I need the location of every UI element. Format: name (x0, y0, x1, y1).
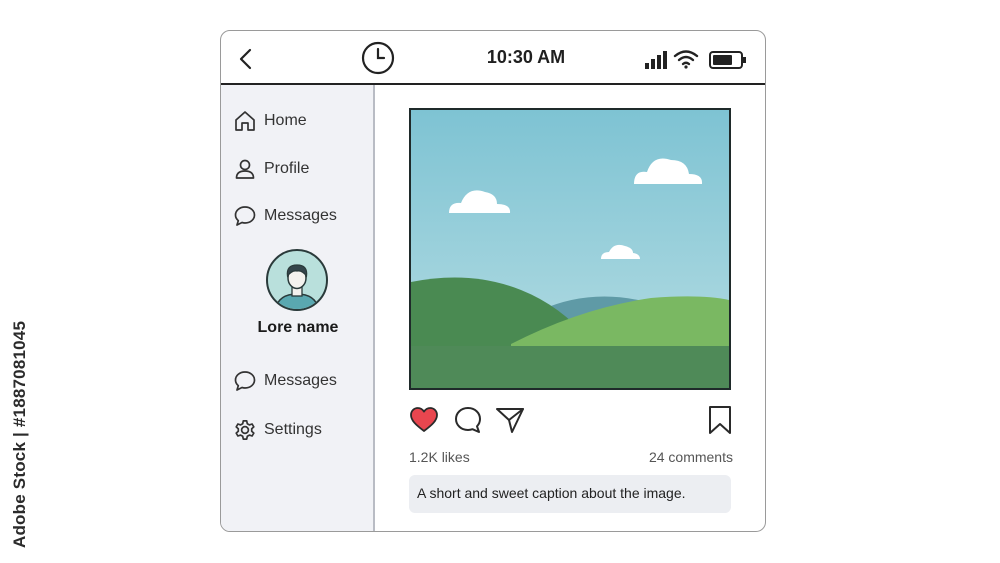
chat-bubble-icon (234, 371, 256, 391)
clock-icon (361, 41, 395, 75)
status-bar: 10:30 AM (221, 31, 765, 85)
back-arrow-icon[interactable] (235, 47, 257, 71)
comment-icon[interactable] (453, 405, 483, 435)
profile-name: Lore name (257, 319, 339, 336)
gear-icon (235, 420, 255, 440)
post-caption: A short and sweet caption about the imag… (409, 475, 731, 513)
comments-count[interactable]: 24 comments (641, 449, 733, 465)
chat-bubble-icon (234, 206, 256, 226)
battery-icon (709, 51, 746, 69)
sidebar-item-label: Home (264, 112, 307, 129)
phone-frame: 10:30 AM Home Profile Messages Lore name… (220, 30, 766, 532)
send-icon[interactable] (495, 405, 525, 435)
post-image[interactable] (409, 108, 731, 390)
wifi-icon (673, 50, 699, 69)
bookmark-icon[interactable] (705, 405, 735, 435)
status-time: 10:30 AM (486, 47, 566, 67)
avatar[interactable] (265, 248, 329, 312)
stock-watermark-caption: Adobe Stock | #1887081045 (10, 320, 29, 548)
sidebar: Home Profile Messages Lore name Messages… (221, 85, 375, 531)
sidebar-item-messages-2[interactable]: Messages (233, 367, 337, 395)
sidebar-item-label: Profile (264, 160, 310, 177)
sidebar-item-label: Messages (264, 207, 337, 224)
heart-icon[interactable] (409, 405, 439, 435)
sidebar-item-label: Settings (264, 421, 322, 438)
post-actions (409, 405, 731, 439)
sidebar-item-label: Messages (264, 372, 337, 389)
sidebar-item-profile[interactable]: Profile (233, 155, 309, 183)
sidebar-item-settings[interactable]: Settings (233, 416, 322, 444)
sidebar-item-home[interactable]: Home (233, 107, 307, 135)
home-icon (235, 111, 255, 131)
sidebar-item-messages[interactable]: Messages (233, 202, 337, 230)
signal-icon (645, 51, 667, 69)
landscape-illustration (411, 110, 729, 388)
user-icon (235, 159, 255, 179)
caption-text: A short and sweet caption about the imag… (417, 485, 686, 501)
likes-count[interactable]: 1.2K likes (409, 449, 470, 465)
